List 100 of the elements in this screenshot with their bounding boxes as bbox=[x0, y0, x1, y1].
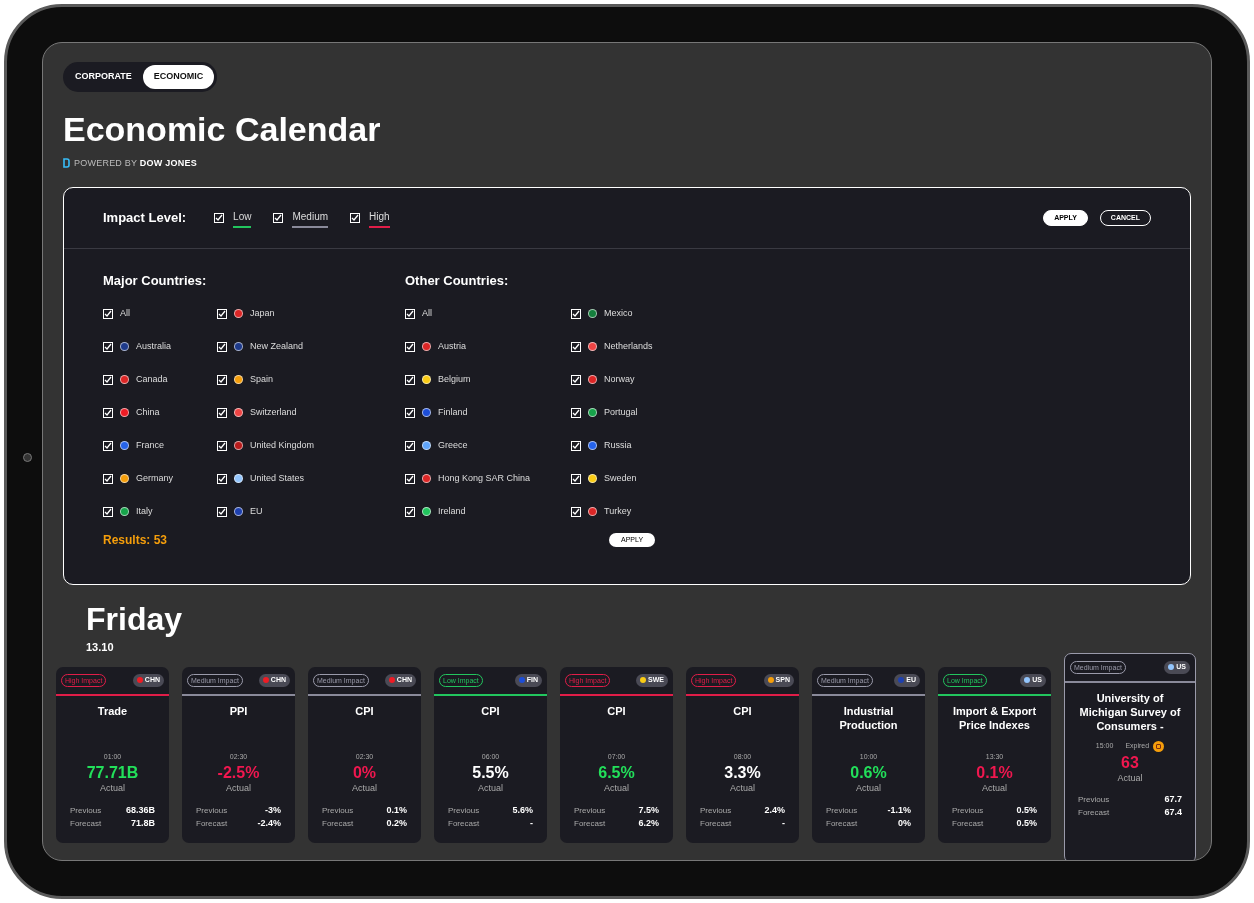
country-option[interactable]: All bbox=[120, 306, 130, 321]
actual-label: Actual bbox=[729, 782, 756, 795]
actual-value: 6.5% bbox=[597, 764, 636, 782]
stat-value: -3% bbox=[265, 803, 281, 817]
country-option[interactable]: Turkey bbox=[604, 504, 632, 519]
checkbox[interactable] bbox=[217, 407, 227, 418]
checkbox[interactable] bbox=[405, 506, 415, 517]
country-option[interactable]: United States bbox=[250, 471, 305, 486]
country-option[interactable]: Portugal bbox=[604, 405, 638, 420]
country-option[interactable]: Ireland bbox=[438, 504, 466, 519]
stat-value: - bbox=[530, 816, 533, 830]
country-option[interactable]: Sweden bbox=[604, 471, 637, 486]
country-option[interactable]: Mexico bbox=[604, 306, 633, 321]
stat-label: Forecast bbox=[70, 817, 102, 830]
country-option[interactable]: China bbox=[136, 405, 160, 420]
day-name: Friday bbox=[86, 603, 184, 635]
impact-level-label: Impact Level: bbox=[103, 209, 187, 228]
tab[interactable]: CORPORATE bbox=[66, 65, 141, 89]
checkbox[interactable] bbox=[405, 341, 415, 352]
event-title: PPI bbox=[228, 703, 249, 719]
results-count: Results: 53 bbox=[103, 532, 169, 549]
checkbox[interactable] bbox=[217, 506, 227, 517]
checkbox[interactable] bbox=[571, 374, 581, 385]
stat-value: 0.5% bbox=[1016, 803, 1037, 817]
country-option[interactable]: Japan bbox=[250, 306, 275, 321]
section-heading: Major Countries: bbox=[103, 272, 208, 290]
checkbox[interactable] bbox=[103, 308, 113, 319]
checkbox[interactable] bbox=[217, 374, 227, 385]
country-option[interactable]: Austria bbox=[438, 339, 466, 354]
checkbox[interactable] bbox=[103, 473, 113, 484]
impact-level-option[interactable]: Medium bbox=[292, 208, 329, 228]
checkbox[interactable] bbox=[571, 473, 581, 484]
stat-label: Forecast bbox=[448, 817, 480, 830]
actual-label: Actual bbox=[855, 782, 882, 795]
country-option[interactable]: Canada bbox=[136, 372, 168, 387]
stat-label: Forecast bbox=[574, 817, 606, 830]
checkbox[interactable] bbox=[217, 341, 227, 352]
stat-label: Forecast bbox=[826, 817, 858, 830]
actual-label: Actual bbox=[477, 782, 504, 795]
checkbox[interactable] bbox=[405, 440, 415, 451]
checkbox[interactable] bbox=[571, 407, 581, 418]
stat-value: 0.5% bbox=[1016, 816, 1037, 830]
checkbox[interactable] bbox=[405, 308, 415, 319]
impact-level-option[interactable]: Low bbox=[233, 208, 252, 228]
checkbox[interactable] bbox=[405, 407, 415, 418]
checkbox[interactable] bbox=[217, 473, 227, 484]
actual-label: Actual bbox=[225, 782, 252, 795]
country-option[interactable]: Hong Kong SAR China bbox=[438, 471, 531, 486]
stat-label: Previous bbox=[700, 804, 732, 817]
checkbox[interactable] bbox=[571, 440, 581, 451]
checkbox[interactable] bbox=[214, 213, 225, 223]
actual-value: 0.6% bbox=[849, 764, 888, 782]
actual-label: Actual bbox=[603, 782, 630, 795]
country-option[interactable]: New Zealand bbox=[250, 339, 304, 354]
checkbox[interactable] bbox=[273, 213, 284, 223]
stat-label: Previous bbox=[574, 804, 606, 817]
actual-value: 0.1% bbox=[975, 764, 1014, 782]
camera-icon bbox=[23, 453, 32, 462]
stat-label: Previous bbox=[448, 804, 480, 817]
country-option[interactable]: Greece bbox=[438, 438, 468, 453]
checkbox[interactable] bbox=[405, 374, 415, 385]
country-option[interactable]: Spain bbox=[250, 372, 274, 387]
checkbox[interactable] bbox=[571, 341, 581, 352]
actual-label: Actual bbox=[1116, 771, 1144, 785]
country-option[interactable]: Australia bbox=[136, 339, 171, 354]
country-option[interactable]: United Kingdom bbox=[250, 438, 315, 453]
stat-value: 7.5% bbox=[638, 803, 659, 817]
country-option[interactable]: Finland bbox=[438, 405, 468, 420]
checkbox[interactable] bbox=[103, 506, 113, 517]
checkbox[interactable] bbox=[217, 308, 227, 319]
event-title: CPI bbox=[480, 703, 501, 719]
logo-icon bbox=[63, 158, 70, 169]
country-option[interactable]: Italy bbox=[136, 504, 153, 519]
stat-label: Previous bbox=[322, 804, 354, 817]
event-title: Industrial Production bbox=[838, 703, 899, 733]
country-option[interactable]: Netherlands bbox=[604, 339, 653, 354]
stat-label: Forecast bbox=[700, 817, 732, 830]
checkbox[interactable] bbox=[103, 374, 113, 385]
country-option[interactable]: France bbox=[136, 438, 164, 453]
country-option[interactable]: EU bbox=[250, 504, 263, 519]
checkbox[interactable] bbox=[103, 341, 113, 352]
country-option[interactable]: Germany bbox=[136, 471, 173, 486]
checkbox[interactable] bbox=[571, 308, 581, 319]
stat-label: Previous bbox=[196, 804, 228, 817]
checkbox[interactable] bbox=[103, 407, 113, 418]
checkbox[interactable] bbox=[405, 473, 415, 484]
country-option[interactable]: Norway bbox=[604, 372, 635, 387]
actual-value: 3.3% bbox=[723, 764, 762, 782]
country-option[interactable]: Russia bbox=[604, 438, 632, 453]
stat-value: 0.2% bbox=[386, 816, 407, 830]
country-option[interactable]: All bbox=[422, 306, 432, 321]
checkbox[interactable] bbox=[350, 213, 361, 223]
country-option[interactable]: Belgium bbox=[438, 372, 471, 387]
checkbox[interactable] bbox=[103, 440, 113, 451]
impact-level-option[interactable]: High bbox=[369, 208, 390, 228]
tab[interactable]: ECONOMIC bbox=[142, 65, 215, 89]
checkbox[interactable] bbox=[571, 506, 581, 517]
country-option[interactable]: Switzerland bbox=[250, 405, 297, 420]
actual-label: Actual bbox=[981, 782, 1008, 795]
checkbox[interactable] bbox=[217, 440, 227, 451]
